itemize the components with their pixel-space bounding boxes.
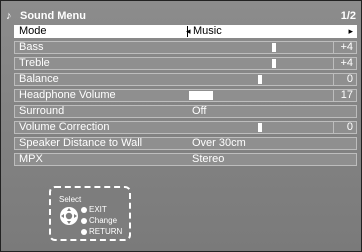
treble-value: +4 xyxy=(333,58,356,69)
menu-row-treble[interactable]: Treble +4 xyxy=(14,57,357,70)
volume-correction-slider[interactable]: 0 xyxy=(187,122,356,133)
headphone-volume-value: 17 xyxy=(333,90,356,101)
menu-row-headphone-volume[interactable]: Headphone Volume 17 xyxy=(14,89,357,102)
arrow-right-icon[interactable]: ▸ xyxy=(348,27,353,36)
menu-row-mode[interactable]: Mode ◂ Music ▸ xyxy=(14,25,357,38)
exit-button-icon xyxy=(81,207,87,213)
guide-items: EXIT Change RETURN xyxy=(81,204,122,237)
slider-track[interactable] xyxy=(187,74,333,85)
mode-selector[interactable]: ◂ Music ▸ xyxy=(186,25,356,37)
menu-row-speaker-distance[interactable]: Speaker Distance to Wall Over 30cm xyxy=(14,137,357,150)
surround-value: Off xyxy=(192,105,207,117)
bass-value: +4 xyxy=(333,42,356,53)
return-label: RETURN xyxy=(89,227,123,236)
return-button-icon xyxy=(81,229,87,235)
menu-row-label: Surround xyxy=(19,105,65,117)
menu-row-surround[interactable]: Surround Off xyxy=(14,105,357,118)
slider-marker[interactable] xyxy=(272,59,276,68)
dpad-icon xyxy=(60,207,78,225)
slider-track[interactable] xyxy=(187,90,333,101)
menu-list: Mode ◂ Music ▸ Bass +4 Treble +4 Balance… xyxy=(14,25,357,169)
menu-row-label: Headphone Volume xyxy=(19,89,116,101)
menu-row-label: MPX xyxy=(19,153,43,165)
guide-change: Change xyxy=(81,215,122,226)
speaker-distance-value: Over 30cm xyxy=(192,137,246,149)
slider-track[interactable] xyxy=(187,42,333,53)
balance-value: 0 xyxy=(333,74,356,85)
menu-row-label: Treble xyxy=(19,57,50,69)
menu-row-mpx[interactable]: MPX Stereo xyxy=(14,153,357,166)
slider-marker[interactable] xyxy=(258,75,262,84)
menu-row-label: Balance xyxy=(19,73,59,85)
bass-slider[interactable]: +4 xyxy=(187,42,356,53)
balance-slider[interactable]: 0 xyxy=(187,74,356,85)
slider-marker[interactable] xyxy=(258,123,262,132)
change-label: Change xyxy=(89,216,118,225)
menu-row-label: Bass xyxy=(19,41,44,53)
menu-row-label: Mode xyxy=(19,25,47,37)
mpx-value: Stereo xyxy=(192,153,225,165)
slider-marker[interactable] xyxy=(272,43,276,52)
menu-row-volume-correction[interactable]: Volume Correction 0 xyxy=(14,121,357,134)
enter-button-icon xyxy=(81,218,87,224)
headphone-volume-slider[interactable]: 17 xyxy=(187,90,356,101)
slider-track[interactable] xyxy=(187,58,333,69)
menu-row-label: Volume Correction xyxy=(19,121,110,133)
arrow-left-icon[interactable]: ◂ xyxy=(186,27,191,36)
page-indicator: 1/2 xyxy=(340,10,356,22)
sound-menu-osd: ♪ Sound Menu 1/2 Mode ◂ Music ▸ Bass +4 xyxy=(0,0,362,252)
select-label: Select xyxy=(59,195,82,204)
surround-option[interactable]: Off xyxy=(187,106,356,117)
music-note-icon: ♪ xyxy=(6,10,12,22)
volume-fill xyxy=(189,91,213,100)
mpx-option[interactable]: Stereo xyxy=(187,154,356,165)
treble-slider[interactable]: +4 xyxy=(187,58,356,69)
guide-exit: EXIT xyxy=(81,204,122,215)
menu-row-balance[interactable]: Balance 0 xyxy=(14,73,357,86)
slider-track[interactable] xyxy=(187,122,333,133)
menu-title: Sound Menu xyxy=(20,10,86,22)
exit-label: EXIT xyxy=(89,205,107,214)
menu-row-bass[interactable]: Bass +4 xyxy=(14,41,357,54)
volume-correction-value: 0 xyxy=(333,122,356,133)
mode-value: Music xyxy=(193,25,222,37)
button-guide: Select EXIT Change RETURN xyxy=(49,186,131,241)
menu-header: ♪ Sound Menu 1/2 xyxy=(6,9,356,23)
guide-return: RETURN xyxy=(81,226,122,237)
speaker-distance-option[interactable]: Over 30cm xyxy=(187,138,356,149)
menu-row-label: Speaker Distance to Wall xyxy=(19,137,143,149)
